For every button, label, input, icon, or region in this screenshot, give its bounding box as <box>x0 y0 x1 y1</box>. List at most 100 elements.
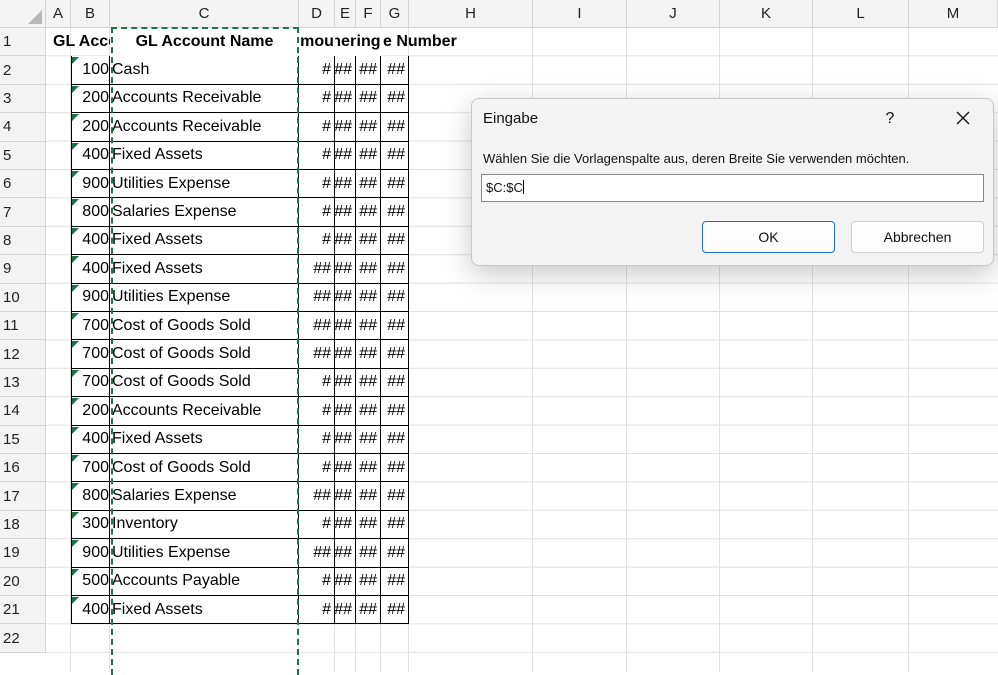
gl-account-name-cell[interactable]: Accounts Receivable <box>110 113 299 142</box>
opening-cell[interactable]: ## <box>335 340 356 369</box>
opening-cell[interactable]: ## <box>335 141 356 170</box>
row-header-20[interactable]: 20 <box>0 567 46 596</box>
row-header-11[interactable]: 11 <box>0 312 46 341</box>
gl-account-name-cell[interactable]: Salaries Expense <box>110 198 299 227</box>
amount-cell[interactable]: ## <box>299 312 335 341</box>
gl-account-name-cell[interactable]: Cash <box>110 56 299 85</box>
row-header-7[interactable]: 7 <box>0 198 46 227</box>
amount-cell[interactable]: # <box>299 567 335 596</box>
amount-cell[interactable]: # <box>299 56 335 85</box>
row-header-17[interactable]: 17 <box>0 482 46 511</box>
gl-account-name-cell[interactable]: Fixed Assets <box>110 596 299 625</box>
column-header-e[interactable]: E <box>335 0 356 28</box>
row-header-19[interactable]: 19 <box>0 539 46 568</box>
row-header-3[interactable]: 3 <box>0 84 46 114</box>
row-header-5[interactable]: 5 <box>0 141 46 170</box>
opening-cell[interactable]: ## <box>335 255 356 284</box>
row-header-15[interactable]: 15 <box>0 425 46 454</box>
row-header-22[interactable]: 22 <box>0 624 46 653</box>
amount-cell[interactable]: # <box>299 425 335 454</box>
amount-cell[interactable]: # <box>299 198 335 227</box>
number-cell[interactable]: ## <box>381 567 409 596</box>
column-header-h[interactable]: H <box>409 0 533 28</box>
opening-cell[interactable]: ## <box>335 198 356 227</box>
closing-cell[interactable]: ## <box>356 454 381 483</box>
number-cell[interactable]: ## <box>381 454 409 483</box>
opening-cell[interactable]: ## <box>335 226 356 256</box>
opening-cell[interactable]: ## <box>335 510 356 540</box>
gl-account-name-cell[interactable]: Cost of Goods Sold <box>110 340 299 369</box>
amount-cell[interactable]: # <box>299 368 335 398</box>
header-amount[interactable]: mou <box>299 28 335 57</box>
closing-cell[interactable]: ## <box>356 170 381 199</box>
gl-account-name-cell[interactable]: Accounts Payable <box>110 567 299 596</box>
number-cell[interactable]: ## <box>381 113 409 142</box>
closing-cell[interactable]: ## <box>356 255 381 284</box>
amount-cell[interactable]: ## <box>299 255 335 284</box>
number-cell[interactable]: ## <box>381 510 409 540</box>
header-gl-account[interactable]: GL Acco <box>51 28 110 56</box>
gl-account-name-cell[interactable]: Salaries Expense <box>110 482 299 511</box>
closing-cell[interactable]: ## <box>356 141 381 170</box>
amount-cell[interactable]: # <box>299 454 335 483</box>
help-button[interactable]: ? <box>870 106 910 132</box>
gl-account-name-cell[interactable]: Cost of Goods Sold <box>110 368 299 398</box>
closing-cell[interactable]: ## <box>356 425 381 454</box>
column-header-m[interactable]: M <box>909 0 998 28</box>
opening-cell[interactable]: ## <box>335 56 356 85</box>
opening-cell[interactable]: ## <box>335 113 356 142</box>
opening-cell[interactable]: ## <box>335 596 356 625</box>
number-cell[interactable]: ## <box>381 255 409 284</box>
amount-cell[interactable]: # <box>299 141 335 170</box>
gl-account-name-cell[interactable]: Cost of Goods Sold <box>110 454 299 483</box>
number-cell[interactable]: ## <box>381 397 409 426</box>
gl-account-name-cell[interactable]: Utilities Expense <box>110 283 299 312</box>
number-cell[interactable]: ## <box>381 141 409 170</box>
opening-cell[interactable]: ## <box>335 482 356 511</box>
closing-cell[interactable]: ## <box>356 510 381 540</box>
amount-cell[interactable]: # <box>299 596 335 625</box>
gl-account-name-cell[interactable]: Utilities Expense <box>110 170 299 199</box>
opening-cell[interactable]: ## <box>335 283 356 312</box>
number-cell[interactable]: ## <box>381 226 409 256</box>
number-cell[interactable]: ## <box>381 482 409 511</box>
column-header-j[interactable]: J <box>627 0 720 28</box>
number-cell[interactable]: ## <box>381 56 409 85</box>
number-cell[interactable]: ## <box>381 596 409 625</box>
opening-cell[interactable]: ## <box>335 170 356 199</box>
opening-cell[interactable]: ## <box>335 539 356 568</box>
gl-account-name-cell[interactable]: Fixed Assets <box>110 255 299 284</box>
column-header-g[interactable]: G <box>381 0 409 28</box>
gl-account-name-cell[interactable]: Accounts Receivable <box>110 397 299 426</box>
amount-cell[interactable]: ## <box>299 482 335 511</box>
number-cell[interactable]: ## <box>381 84 409 114</box>
row-header-13[interactable]: 13 <box>0 368 46 398</box>
gl-account-name-cell[interactable]: Fixed Assets <box>110 425 299 454</box>
row-header-6[interactable]: 6 <box>0 170 46 199</box>
amount-cell[interactable]: ## <box>299 340 335 369</box>
amount-cell[interactable]: # <box>299 84 335 114</box>
row-header-2[interactable]: 2 <box>0 56 46 85</box>
closing-cell[interactable]: ## <box>356 226 381 256</box>
ok-button[interactable]: OK <box>702 221 835 253</box>
number-cell[interactable]: ## <box>381 340 409 369</box>
amount-cell[interactable]: # <box>299 170 335 199</box>
number-cell[interactable]: ## <box>381 539 409 568</box>
row-header-4[interactable]: 4 <box>0 113 46 142</box>
opening-cell[interactable]: ## <box>335 312 356 341</box>
column-header-d[interactable]: D <box>299 0 335 28</box>
header-opening[interactable]: nen <box>335 28 356 57</box>
column-header-f[interactable]: F <box>356 0 381 28</box>
closing-cell[interactable]: ## <box>356 397 381 426</box>
close-button[interactable] <box>942 104 984 132</box>
closing-cell[interactable]: ## <box>356 113 381 142</box>
amount-cell[interactable]: # <box>299 397 335 426</box>
column-header-k[interactable]: K <box>720 0 813 28</box>
row-header-12[interactable]: 12 <box>0 340 46 369</box>
opening-cell[interactable]: ## <box>335 425 356 454</box>
number-cell[interactable]: ## <box>381 170 409 199</box>
reference-input[interactable]: $C:$C <box>481 174 984 202</box>
amount-cell[interactable]: # <box>299 226 335 256</box>
row-header-21[interactable]: 21 <box>0 596 46 625</box>
header-reference-number[interactable]: e Number <box>381 28 491 56</box>
